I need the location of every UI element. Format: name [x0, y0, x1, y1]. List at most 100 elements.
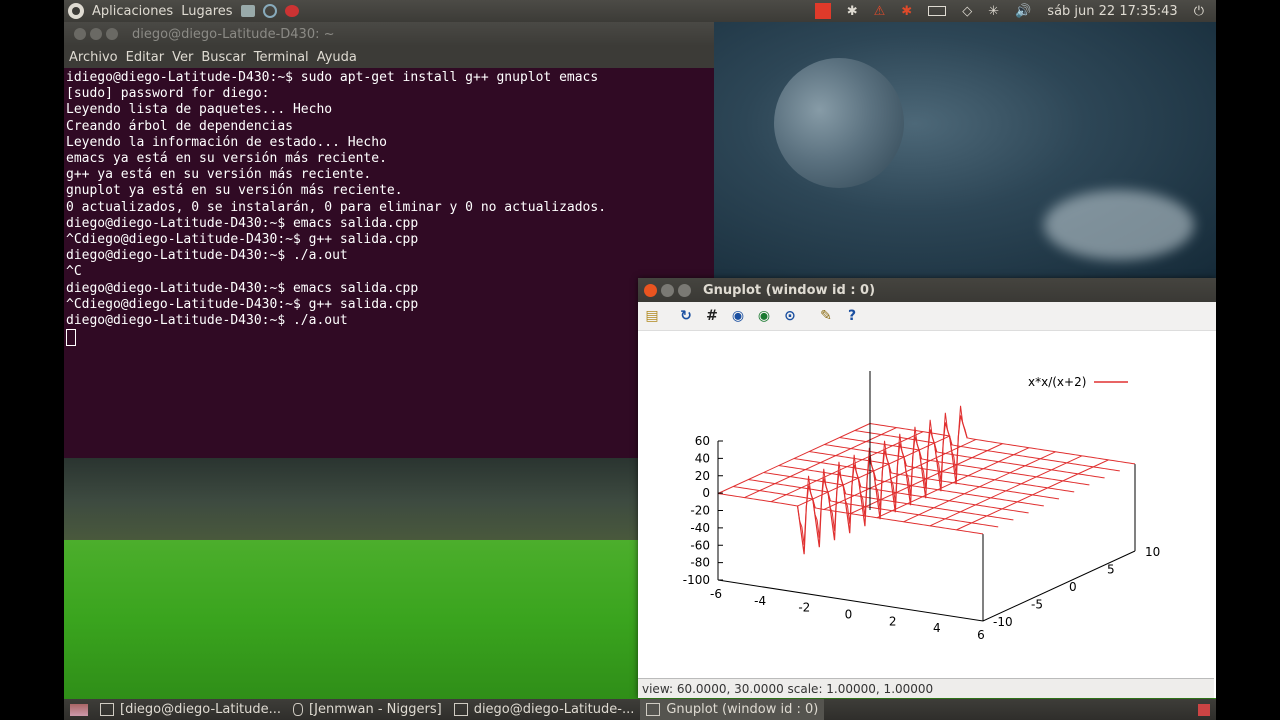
bluetooth-alt-icon[interactable]: ✱: [901, 4, 912, 19]
curve-spikes: [796, 415, 968, 555]
battery-icon[interactable]: [928, 6, 947, 16]
wallpaper-cloud: [1044, 190, 1194, 260]
zoom-forward-icon[interactable]: ◉: [756, 308, 772, 324]
gnuplot-canvas[interactable]: 60 40 20 0 -20 -40 -60 -80 -100 -6 -4 -2 0 2 4 6 -10 -5 0 5…: [638, 331, 1216, 675]
maximize-icon[interactable]: [678, 283, 691, 297]
terminal-line: emacs ya está en su versión más reciente…: [66, 151, 387, 167]
terminal-line: ^Cdiego@diego-Latitude-D430:~$ g++ salid…: [66, 296, 419, 312]
copy-clipboard-icon[interactable]: ▤: [644, 308, 660, 324]
terminal-line: diego@diego-Latitude-D430:~$ emacs salid…: [66, 280, 419, 296]
terminal-line: diego@diego-Latitude-D430:~$ ./a.out: [66, 248, 348, 264]
terminal-cursor: [66, 329, 76, 347]
wallpaper-mountains: [64, 458, 640, 543]
wallpaper-grass: [64, 540, 640, 700]
x-tick-label: 0: [845, 608, 853, 622]
terminal-line: Leyendo la información de estado... Hech…: [66, 134, 387, 150]
applications-menu[interactable]: Aplicaciones: [92, 4, 173, 19]
terminal-line: 0 actualizados, 0 se instalarán, 0 para …: [66, 199, 607, 215]
z-tick-label: 20: [695, 469, 710, 483]
terminal-icon: [453, 703, 468, 716]
task-terminal-2[interactable]: diego@diego-Latitude-...: [448, 699, 641, 720]
wifi-icon[interactable]: ◇: [962, 4, 972, 19]
terminal-line: idiego@diego-Latitude-D430:~$ sudo apt-g…: [66, 70, 599, 85]
terminal-line: [sudo] password for diego:: [66, 86, 270, 102]
gnuplot-titlebar[interactable]: Gnuplot (window id : 0): [638, 278, 1216, 302]
x-tick-label: -4: [754, 594, 766, 608]
terminal-menubar: Archivo Editar Ver Buscar Terminal Ayuda: [64, 46, 714, 68]
search-launcher-icon[interactable]: [262, 4, 277, 18]
gnuplot-status: view: 60.0000, 30.0000 scale: 1.00000, 1…: [638, 678, 1214, 698]
show-desktop-icon: [70, 703, 88, 716]
singularity-spike: [827, 471, 847, 541]
x-tick-label: 6: [977, 628, 985, 642]
task-gnuplot[interactable]: Gnuplot (window id : 0): [640, 699, 825, 720]
close-icon[interactable]: [74, 28, 86, 40]
terminal-titlebar[interactable]: diego@diego-Latitude-D430: ~: [64, 22, 714, 46]
terminal-line: g++ ya está en su versión más reciente.: [66, 167, 372, 183]
z-tick-label: -60: [690, 538, 710, 552]
menu-archivo[interactable]: Archivo: [69, 50, 118, 65]
volume-icon[interactable]: 🔊: [1015, 4, 1031, 19]
x-tick-label: 2: [889, 614, 897, 628]
unzoom-icon[interactable]: ⊙: [782, 308, 798, 324]
maximize-icon[interactable]: [106, 28, 118, 40]
zoom-back-icon[interactable]: ◉: [730, 308, 746, 324]
ubuntu-logo-icon[interactable]: [68, 3, 84, 19]
terminal-line: diego@diego-Latitude-D430:~$ emacs salid…: [66, 215, 419, 231]
z-tick-label: -20: [690, 504, 710, 518]
y-tick-label: 10: [1145, 545, 1160, 559]
menu-terminal[interactable]: Terminal: [254, 50, 309, 65]
help-icon[interactable]: ?: [844, 308, 860, 324]
y-tick-label: -5: [1031, 598, 1043, 612]
mesh-line-y: [839, 419, 1105, 489]
power-icon[interactable]: ⏻: [1194, 4, 1204, 19]
terminal-line: Leyendo lista de paquetes... Hecho: [66, 102, 333, 118]
z-tick-label: -40: [690, 521, 710, 535]
desktop: Aplicaciones Lugares ✱ ⚠ ✱ ◇ ✳ 🔊 sáb jun…: [64, 0, 1216, 720]
menu-buscar[interactable]: Buscar: [201, 50, 245, 65]
gnuplot-window: Gnuplot (window id : 0) ▤ ↻ # ◉ ◉ ⊙ ✎ ? …: [638, 278, 1216, 698]
mesh-line-y: [869, 405, 1136, 475]
singularity-spike: [842, 464, 862, 534]
clock[interactable]: sáb jun 22 17:35:43: [1047, 4, 1177, 19]
y-tick-label: 5: [1107, 563, 1115, 577]
z-tick-label: 0: [702, 486, 710, 500]
terminal-line: diego@diego-Latitude-D430:~$ ./a.out: [66, 313, 348, 329]
terminal-title: diego@diego-Latitude-D430: ~: [132, 26, 335, 42]
task-label: [Jenmwan - Niggers]: [309, 702, 442, 717]
menu-editar[interactable]: Editar: [126, 50, 165, 65]
terminal-output[interactable]: idiego@diego-Latitude-D430:~$ sudo apt-g…: [64, 68, 714, 348]
close-icon[interactable]: [644, 283, 657, 297]
task-terminal-1[interactable]: [diego@diego-Latitude...: [94, 699, 287, 720]
places-menu[interactable]: Lugares: [181, 4, 232, 19]
z-tick-label: 40: [695, 451, 710, 465]
minimize-icon[interactable]: [661, 283, 674, 297]
preferences-icon[interactable]: ✎: [818, 308, 834, 324]
gnuplot-title: Gnuplot (window id : 0): [703, 282, 876, 298]
sync-icon[interactable]: ✳: [988, 4, 999, 19]
terminal-icon: [100, 703, 114, 716]
grid-icon[interactable]: #: [704, 308, 720, 324]
network-warning-icon[interactable]: ⚠: [874, 4, 886, 19]
plot-svg: 6040200-20-40-60-80-100-6 -4 -2 0 2 4 6-10-505…: [683, 371, 1160, 642]
bluetooth-icon[interactable]: ✱: [847, 4, 858, 19]
replot-icon[interactable]: ↻: [678, 308, 694, 324]
wallpaper-moon: [774, 58, 904, 188]
minimize-icon[interactable]: [90, 28, 102, 40]
show-desktop-button[interactable]: [64, 699, 94, 720]
bottom-panel: [diego@diego-Latitude... [Jenmwan - Nigg…: [64, 699, 1216, 720]
singularity-spike: [812, 478, 831, 548]
screenshot-launcher-icon[interactable]: [240, 5, 255, 17]
trash-icon[interactable]: [1198, 703, 1210, 716]
terminal-line: ^Cdiego@diego-Latitude-D430:~$ g++ salid…: [66, 232, 419, 248]
menu-ver[interactable]: Ver: [172, 50, 193, 65]
y-tick-label: -10: [993, 615, 1013, 629]
z-tick-label: -80: [690, 556, 710, 570]
indicator-red-icon[interactable]: [814, 3, 831, 19]
browser-launcher-icon[interactable]: [284, 5, 299, 17]
task-music[interactable]: [Jenmwan - Niggers]: [287, 699, 448, 720]
task-label: [diego@diego-Latitude...: [120, 702, 282, 717]
terminal-line: ^C: [66, 264, 82, 280]
task-label: diego@diego-Latitude-...: [473, 702, 635, 717]
menu-ayuda[interactable]: Ayuda: [317, 50, 357, 65]
